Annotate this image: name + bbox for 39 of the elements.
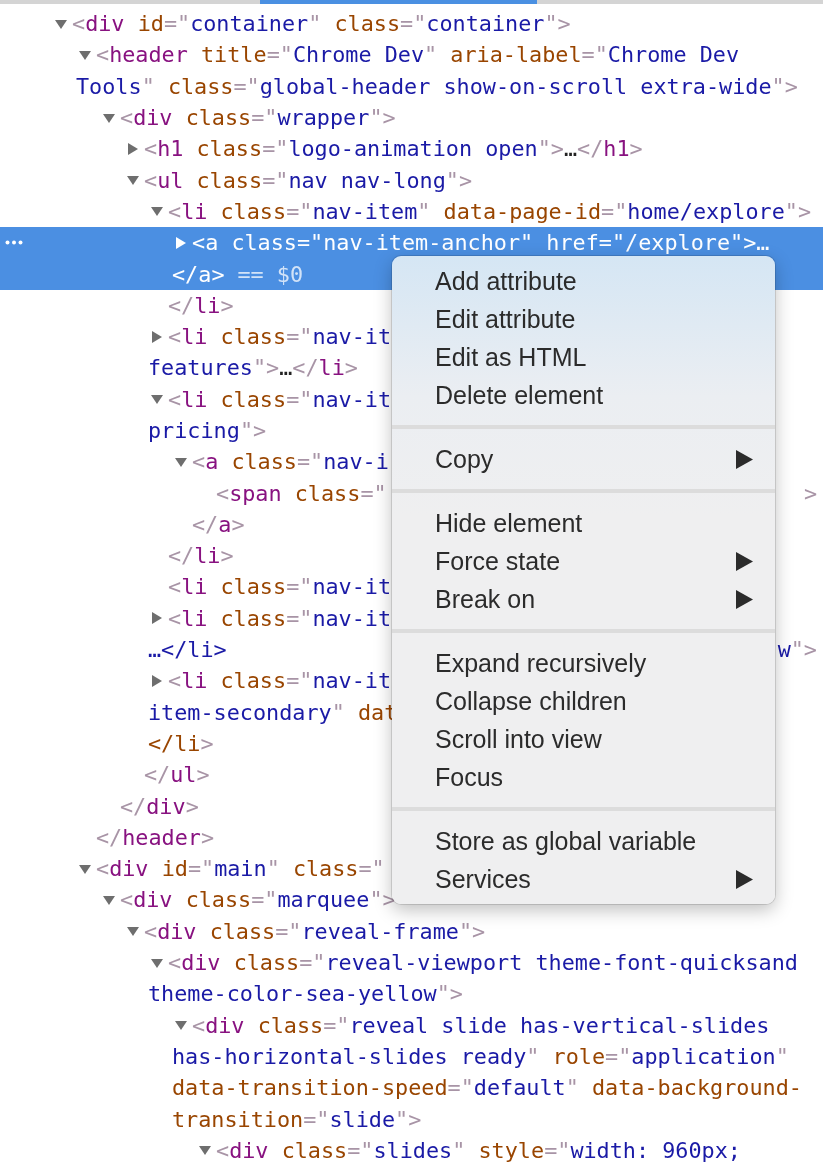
code-line: <h1 class="logo-animation open">…</h1> (144, 136, 643, 162)
code-line: <a class="nav-i (192, 449, 389, 475)
code-line: </a> (172, 261, 225, 287)
code-line: …</li> (148, 637, 227, 663)
code-line: </li> (168, 543, 234, 569)
code-line: </li> (168, 292, 234, 318)
code-line: <div class="marquee"> (120, 887, 396, 913)
code-line: has-horizontal-slides ready" role="application" (172, 1043, 789, 1069)
code-line: pricing"> (148, 418, 267, 443)
code-line: <span class=" (216, 480, 387, 506)
code-line: <li class="nav-it (168, 324, 392, 350)
code-line: </ul> (144, 762, 210, 788)
code-line: <div class="reveal slide has-vertical-slides (192, 1012, 770, 1038)
code-line: item-secondary" dat (148, 699, 398, 725)
code-line: <div class="wrapper"> (120, 105, 396, 131)
code-line: <div class="reveal-viewport theme-font-quicksand (168, 950, 798, 976)
code-line: <div class="slides" style="width: 960px; (216, 1137, 741, 1162)
selection-marker: == $0 (237, 261, 304, 287)
code-line: transition="slide"> (172, 1106, 422, 1132)
code-line: <div id="container" class="container"> (72, 11, 571, 37)
code-line: <li class="nav-it (168, 386, 392, 412)
code-line: <div id="main" class=" (96, 856, 385, 882)
code-line: </div> (120, 793, 199, 819)
code-fragment: w"> (777, 637, 817, 663)
code-line: theme-color-sea-yellow"> (148, 981, 463, 1007)
code-line: <ul class="nav nav-long"> (144, 167, 473, 193)
code-line: </a> (192, 511, 245, 537)
code-line: <li class="nav-it (168, 668, 392, 694)
code-line: </li> (148, 730, 214, 756)
code-fragment: > (803, 480, 817, 506)
code-line: features">…</li> (148, 355, 358, 381)
code-line: </header> (96, 824, 215, 850)
code-line: <div class="reveal-frame"> (144, 918, 486, 944)
code-line: <a class="nav-item-anchor" href="/explore">… (192, 230, 770, 256)
code-line: <li class="nav-item" data-page-id="home/explore"> (168, 198, 812, 224)
code-line: Tools" class="global-header show-on-scroll extra-wide"> (76, 73, 798, 99)
code-line: <li class="nav-it (168, 605, 392, 631)
code-line: <header title="Chrome Dev" aria-label="Chrome Dev (96, 42, 740, 68)
code-line: data-transition-speed="default" data-background- (172, 1075, 802, 1101)
